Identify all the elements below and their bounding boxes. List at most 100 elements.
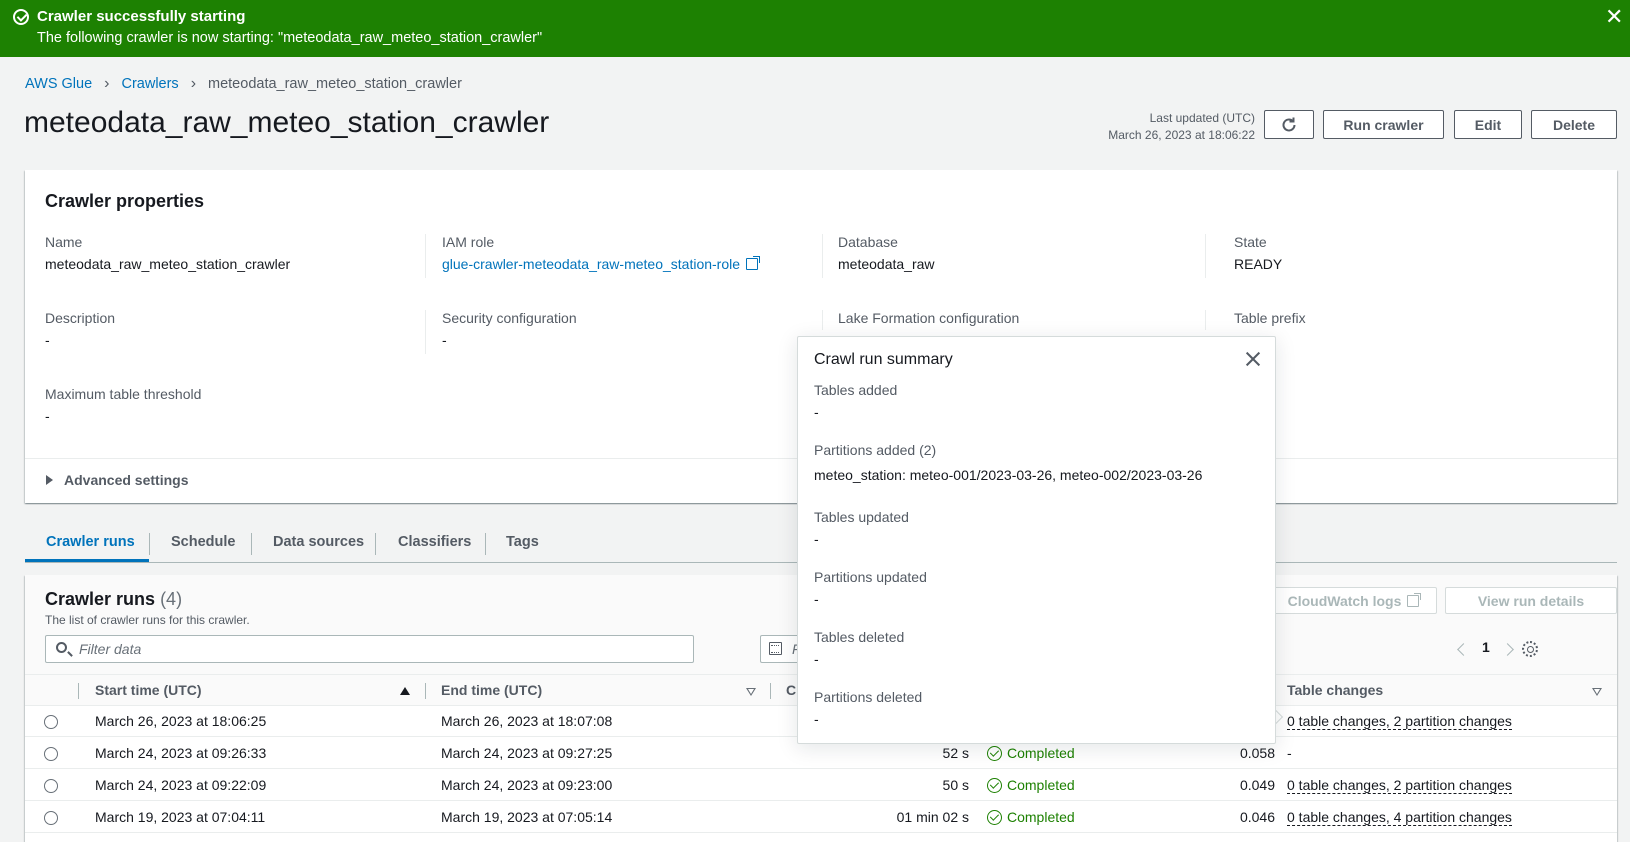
divider	[822, 310, 823, 330]
start-time-cell: March 24, 2023 at 09:22:09	[95, 777, 267, 793]
divider	[425, 234, 426, 278]
divider	[822, 234, 823, 278]
security-config-value: -	[442, 332, 447, 348]
database-label: Database	[838, 234, 898, 250]
name-value: meteodata_raw_meteo_station_crawler	[45, 256, 291, 272]
divider	[149, 533, 150, 555]
table-row[interactable]: March 19, 2023 at 07:04:11 March 19, 202…	[25, 802, 1617, 833]
sort-icon[interactable]	[1592, 688, 1602, 696]
breadcrumb: AWS Glue › Crawlers › meteodata_raw_mete…	[25, 75, 462, 93]
last-updated-label: Last updated (UTC)	[1149, 111, 1255, 125]
tables-updated-label: Tables updated	[814, 509, 909, 525]
status-text: Completed	[1007, 809, 1075, 825]
page-number[interactable]: 1	[1482, 639, 1490, 655]
runs-title-text: Crawler runs	[45, 589, 156, 609]
state-label: State	[1234, 234, 1267, 250]
view-run-details-button[interactable]: View run details	[1445, 587, 1617, 614]
chevron-right-icon: ›	[190, 75, 197, 92]
divider	[1205, 310, 1206, 330]
last-updated-value: March 26, 2023 at 18:06:22	[1108, 128, 1255, 142]
sort-ascending-icon[interactable]	[400, 687, 410, 695]
close-icon[interactable]	[1244, 350, 1262, 368]
breadcrumb-current: meteodata_raw_meteo_station_crawler	[208, 76, 462, 92]
row-radio[interactable]	[44, 811, 58, 825]
row-radio[interactable]	[44, 715, 58, 729]
run-crawler-button[interactable]: Run crawler	[1323, 110, 1444, 139]
divider	[485, 533, 486, 555]
name-label: Name	[45, 234, 83, 250]
runs-description: The list of crawler runs for this crawle…	[45, 613, 250, 627]
duration-cell: 50 s	[942, 777, 969, 793]
sort-icon[interactable]	[746, 688, 756, 696]
filter-input[interactable]	[79, 640, 679, 658]
row-radio[interactable]	[44, 779, 58, 793]
table-changes-link[interactable]: 0 table changes, 2 partition changes	[1287, 713, 1512, 730]
column-start-time[interactable]: Start time (UTC)	[95, 682, 202, 698]
end-time-cell: March 24, 2023 at 09:23:00	[441, 777, 613, 793]
gear-icon[interactable]	[1522, 641, 1538, 657]
partitions-deleted-label: Partitions deleted	[814, 689, 923, 705]
tables-added-value: -	[814, 404, 819, 420]
table-changes-link[interactable]: 0 table changes, 2 partition changes	[1287, 777, 1512, 794]
tab-crawler-runs[interactable]: Crawler runs	[46, 534, 135, 550]
calendar-icon	[769, 642, 782, 655]
refresh-button[interactable]	[1264, 110, 1314, 139]
success-banner: Crawler successfully starting The follow…	[0, 0, 1630, 57]
tab-tags[interactable]: Tags	[506, 534, 539, 550]
check-circle-icon	[13, 9, 29, 25]
database-value: meteodata_raw	[838, 256, 935, 272]
tables-deleted-value: -	[814, 651, 819, 667]
dpu-cell: 0.049	[1239, 777, 1275, 793]
tables-added-label: Tables added	[814, 382, 898, 398]
breadcrumb-crawlers[interactable]: Crawlers	[121, 76, 178, 92]
tab-data-sources[interactable]: Data sources	[273, 534, 364, 550]
iam-role-value: glue-crawler-meteodata_raw-meteo_station…	[442, 256, 741, 272]
popover-title: Crawl run summary	[814, 351, 953, 368]
crawl-run-summary-popover: Crawl run summary Tables added - Partiti…	[797, 336, 1276, 744]
chevron-right-icon[interactable]	[1501, 643, 1514, 656]
breadcrumb-aws-glue[interactable]: AWS Glue	[25, 76, 92, 92]
partitions-deleted-value: -	[814, 711, 819, 727]
tab-schedule[interactable]: Schedule	[171, 534, 235, 550]
column-end-time[interactable]: End time (UTC)	[441, 682, 542, 698]
column-table-changes[interactable]: Table changes	[1287, 682, 1383, 698]
page-title: meteodata_raw_meteo_station_crawler	[24, 106, 550, 139]
filter-field[interactable]	[45, 635, 694, 663]
state-value: READY	[1234, 256, 1283, 272]
security-config-label: Security configuration	[442, 310, 577, 326]
caret-right-icon	[46, 475, 53, 485]
table-row[interactable]: March 24, 2023 at 09:22:09 March 24, 202…	[25, 770, 1617, 801]
duration-cell: 52 s	[942, 745, 969, 761]
iam-role-link[interactable]: glue-crawler-meteodata_raw-meteo_station…	[442, 256, 761, 272]
partitions-updated-value: -	[814, 591, 819, 607]
banner-title: Crawler successfully starting	[37, 8, 246, 25]
row-radio[interactable]	[44, 747, 58, 761]
banner-message: The following crawler is now starting: "…	[37, 30, 543, 46]
table-changes-link[interactable]: 0 table changes, 4 partition changes	[1287, 809, 1512, 826]
start-time-cell: March 19, 2023 at 07:04:11	[95, 809, 266, 825]
divider	[425, 683, 426, 699]
duration-cell: 01 min 02 s	[896, 809, 969, 825]
dpu-cell: 0.046	[1239, 809, 1275, 825]
tables-updated-value: -	[814, 531, 819, 547]
close-icon[interactable]: ✕	[1605, 6, 1623, 28]
max-table-threshold-label: Maximum table threshold	[45, 386, 202, 402]
delete-button[interactable]: Delete	[1531, 110, 1617, 139]
external-link-icon	[746, 256, 761, 270]
end-time-cell: March 19, 2023 at 07:05:14	[441, 809, 613, 825]
chevron-left-icon[interactable]	[1457, 643, 1470, 656]
description-label: Description	[45, 310, 116, 326]
active-tab-indicator	[25, 559, 149, 562]
tab-classifiers[interactable]: Classifiers	[398, 534, 471, 550]
table-changes-cell: -	[1287, 745, 1292, 761]
lake-formation-label: Lake Formation configuration	[838, 310, 1020, 326]
edit-button[interactable]: Edit	[1454, 110, 1522, 139]
end-time-cell: March 24, 2023 at 09:27:25	[441, 745, 613, 761]
check-circle-icon	[987, 810, 1002, 825]
external-link-icon	[1407, 592, 1422, 607]
column-c[interactable]: C	[786, 682, 796, 698]
iam-role-label: IAM role	[442, 234, 495, 250]
last-updated: Last updated (UTC) March 26, 2023 at 18:…	[1050, 110, 1255, 144]
cloudwatch-logs-button[interactable]: CloudWatch logs	[1270, 587, 1437, 614]
check-circle-icon	[987, 778, 1002, 793]
